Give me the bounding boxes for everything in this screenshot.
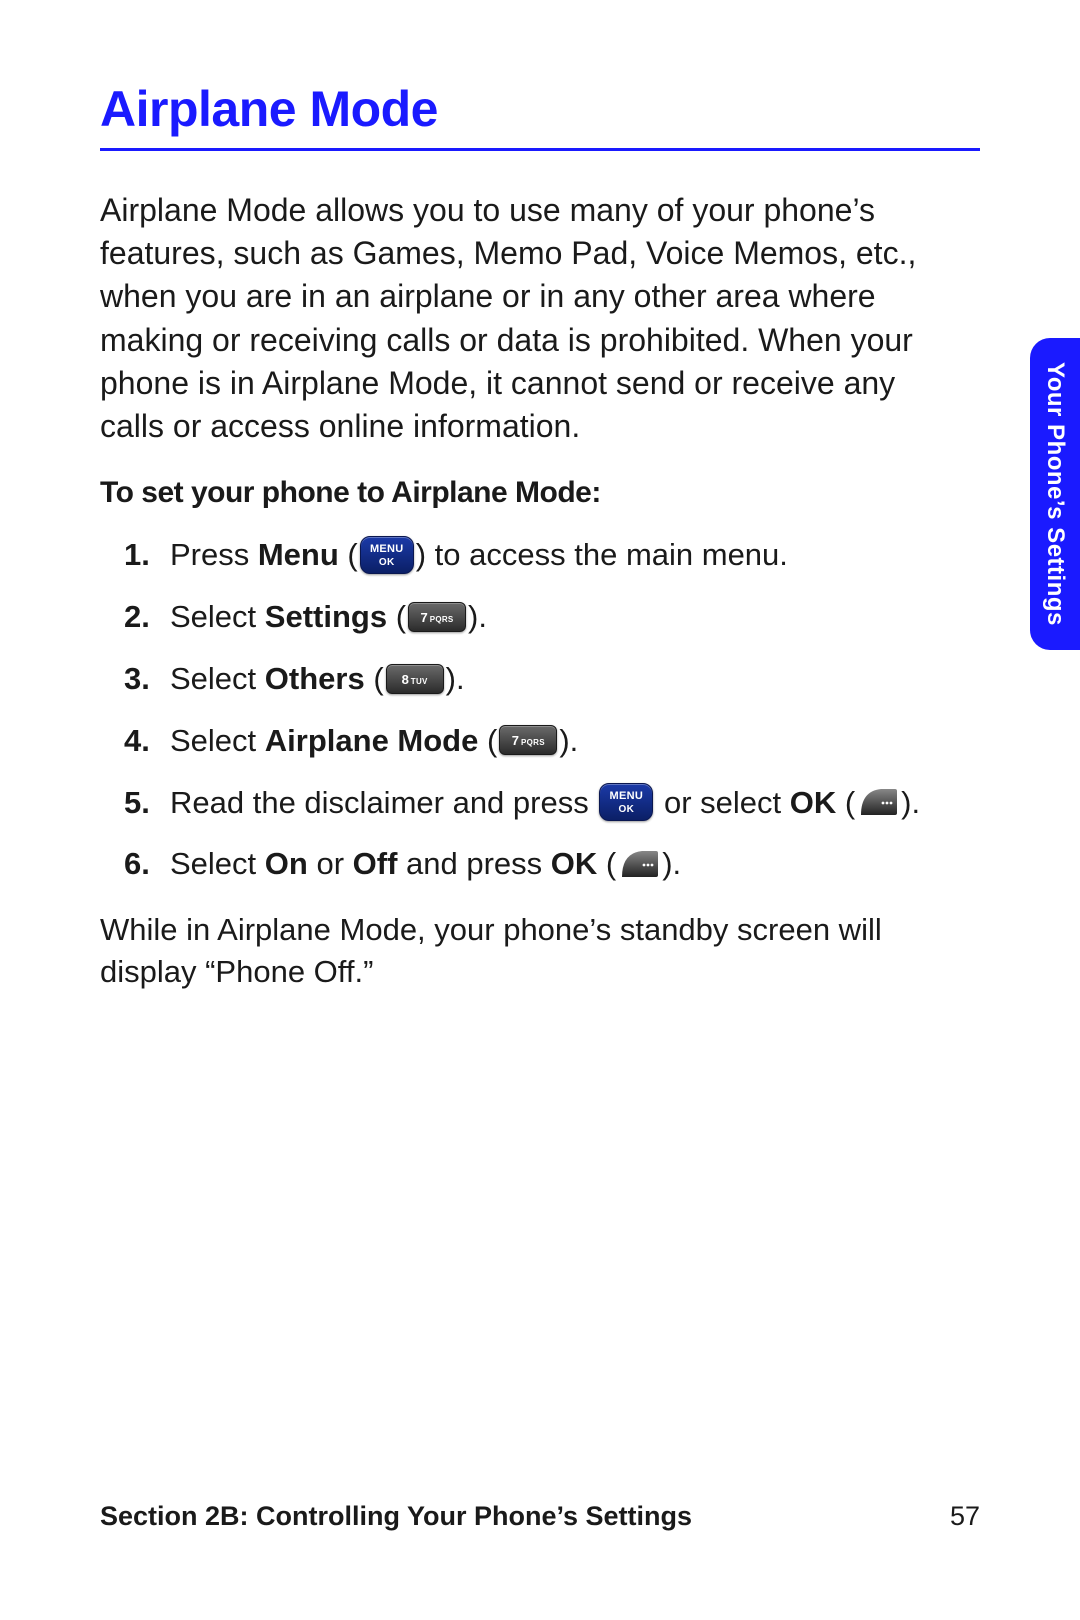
step-text: Select	[170, 723, 265, 758]
softkey-icon	[618, 847, 660, 881]
step-bold: On	[265, 846, 308, 881]
key-digit: 7	[420, 610, 427, 625]
step-4: Select Airplane Mode (7PQRS).	[170, 720, 980, 762]
closing-paragraph: While in Airplane Mode, your phone’s sta…	[100, 909, 980, 993]
manual-page: Airplane Mode Airplane Mode allows you t…	[0, 0, 1080, 1620]
key-digit: 7	[512, 733, 519, 748]
step-text: Select	[170, 599, 265, 634]
procedure-heading: To set your phone to Airplane Mode:	[100, 476, 980, 510]
footer-page-number: 57	[950, 1501, 980, 1532]
key-letters: PQRS	[521, 738, 545, 747]
steps-list: Press Menu (MENU) to access the main men…	[100, 534, 980, 885]
step-text: to access the main menu.	[435, 537, 788, 572]
step-text: and press	[397, 846, 550, 881]
page-title: Airplane Mode	[100, 80, 980, 138]
key-digit: 8	[402, 672, 409, 687]
key-7-icon: 7PQRS	[408, 602, 466, 632]
step-bold: Others	[265, 661, 365, 696]
step-text: Read the disclaimer and press	[170, 785, 597, 820]
key-7-icon: 7PQRS	[499, 725, 557, 755]
step-bold: OK	[551, 846, 598, 881]
step-bold: Settings	[265, 599, 387, 634]
step-bold: Menu	[258, 537, 339, 572]
key-letters: PQRS	[430, 615, 454, 624]
section-side-tab: Your Phone’s Settings	[1030, 338, 1080, 650]
step-6: Select On or Off and press OK ( ).	[170, 843, 980, 885]
side-tab-label: Your Phone’s Settings	[1041, 362, 1069, 626]
step-text: Select	[170, 661, 265, 696]
intro-paragraph: Airplane Mode allows you to use many of …	[100, 189, 940, 448]
step-2: Select Settings (7PQRS).	[170, 596, 980, 638]
step-text: Press	[170, 537, 258, 572]
step-5: Read the disclaimer and press MENU or se…	[170, 782, 980, 824]
step-bold: Airplane Mode	[265, 723, 479, 758]
step-1: Press Menu (MENU) to access the main men…	[170, 534, 980, 576]
step-text: or select	[664, 785, 790, 820]
softkey-icon	[857, 785, 899, 819]
step-bold: Off	[353, 846, 398, 881]
step-bold: OK	[790, 785, 837, 820]
step-text: Select	[170, 846, 265, 881]
step-text: or	[308, 846, 353, 881]
key-8-icon: 8TUV	[386, 664, 444, 694]
menu-ok-key-icon: MENU	[599, 783, 653, 821]
page-footer: Section 2B: Controlling Your Phone’s Set…	[100, 1501, 980, 1532]
menu-ok-key-icon: MENU	[360, 536, 414, 574]
heading-rule	[100, 148, 980, 151]
key-letters: TUV	[411, 677, 428, 686]
step-3: Select Others (8TUV).	[170, 658, 980, 700]
footer-section-title: Section 2B: Controlling Your Phone’s Set…	[100, 1501, 692, 1532]
